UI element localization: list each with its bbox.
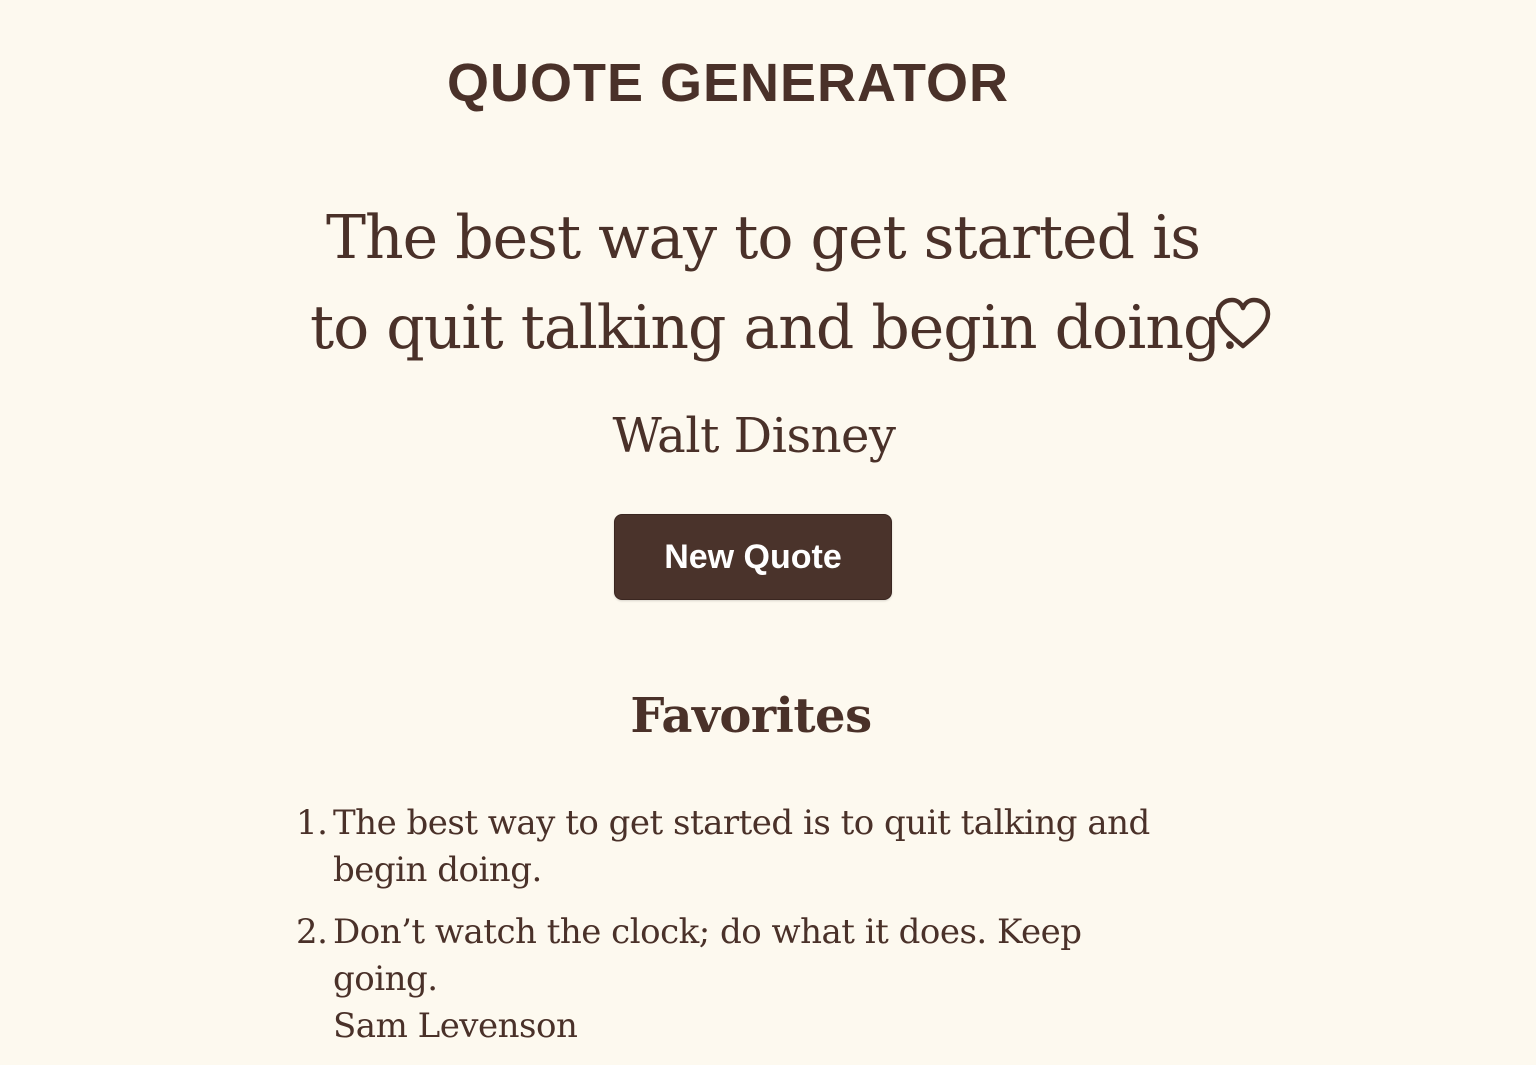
favorite-item-text: Don’t watch the clock; do what it does. … <box>333 912 1082 999</box>
quote-author: Walt Disney <box>612 408 896 464</box>
favorite-item-number: 1. <box>296 803 328 843</box>
favorites-list: 1. The best way to get started is to qui… <box>296 800 1196 1065</box>
new-quote-button[interactable]: New Quote <box>614 514 892 600</box>
favorite-item: 2. Don’t watch the clock; do what it doe… <box>296 909 1196 1050</box>
favorite-item: 1. The best way to get started is to qui… <box>296 800 1196 894</box>
quote-text-line-1: The best way to get started is <box>326 203 1201 273</box>
favorite-item-text: The best way to get started is to quit t… <box>333 803 1150 890</box>
favorite-heart-icon[interactable] <box>1212 296 1274 352</box>
favorites-heading: Favorites <box>630 688 872 744</box>
favorite-item-number: 2. <box>296 912 328 952</box>
favorite-item-author: Sam Levenson <box>333 1006 578 1046</box>
quote-text-line-2: to quit talking and begin doing. <box>310 293 1239 363</box>
app-title: QUOTE GENERATOR <box>446 53 1010 113</box>
heart-icon <box>1215 297 1271 349</box>
